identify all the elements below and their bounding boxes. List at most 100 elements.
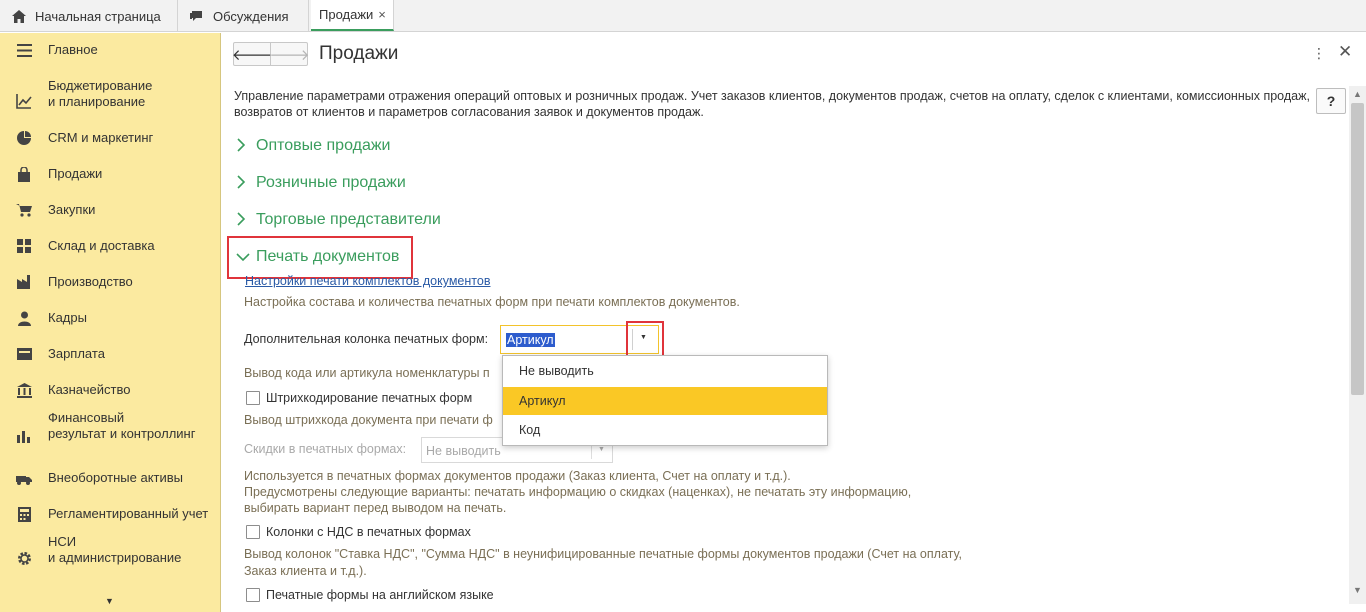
sidebar-item-production[interactable]: Производство bbox=[0, 274, 221, 290]
section-title: Торговые представители bbox=[256, 211, 441, 228]
back-button[interactable]: 🡐 bbox=[232, 43, 272, 65]
budget-icon bbox=[16, 93, 32, 109]
sidebar-item-label: НСИ и администрирование bbox=[48, 534, 182, 565]
sidebar-item-label: Зарплата bbox=[48, 346, 105, 361]
extra-column-label: Дополнительная колонка печатных форм: bbox=[244, 332, 489, 346]
sidebar-item-purchases[interactable]: Закупки bbox=[0, 202, 221, 218]
sidebar-item-hr[interactable]: Кадры bbox=[0, 310, 221, 326]
scroll-up-icon[interactable]: ▲ bbox=[1353, 89, 1362, 99]
scroll-down-icon[interactable]: ▼ bbox=[1353, 585, 1362, 595]
nav-buttons: 🡐 🡒 bbox=[232, 42, 310, 66]
chevron-right-icon bbox=[236, 174, 252, 192]
tab-bar: Начальная страница Обсуждения Продажи × bbox=[0, 0, 1366, 32]
treasury-icon bbox=[16, 382, 32, 398]
sidebar-item-regulated[interactable]: Регламентированный учет bbox=[0, 506, 221, 522]
menu-icon bbox=[16, 42, 32, 58]
vat-note-2: Заказ клиента и т.д.). bbox=[244, 564, 367, 578]
section-title: Розничные продажи bbox=[256, 174, 406, 191]
vat-checkbox-label[interactable]: Колонки с НДС в печатных формах bbox=[266, 525, 471, 539]
sidebar-item-label: CRM и маркетинг bbox=[48, 130, 154, 145]
close-icon[interactable]: ✕ bbox=[1338, 42, 1352, 62]
sidebar-item-label: Бюджетирование и планирование bbox=[48, 78, 153, 109]
sidebar-item-label: Регламентированный учет bbox=[48, 506, 209, 521]
dropdown-option[interactable]: Код bbox=[503, 416, 827, 444]
sidebar-item-label: Казначейство bbox=[48, 382, 131, 397]
sidebar-item-label: Внеоборотные активы bbox=[48, 470, 184, 485]
sidebar-item-treasury[interactable]: Казначейство bbox=[0, 382, 221, 398]
tab-sales[interactable]: Продажи × bbox=[311, 0, 394, 31]
sidebar-item-assets[interactable]: Внеоборотные активы bbox=[0, 470, 221, 486]
factory-icon bbox=[16, 274, 32, 290]
chevron-right-icon bbox=[236, 211, 252, 229]
salary-icon bbox=[16, 346, 32, 362]
discounts-note-1: Используется в печатных формах документо… bbox=[244, 469, 791, 483]
gear-icon bbox=[16, 550, 32, 566]
warehouse-icon bbox=[16, 238, 32, 254]
barcode-checkbox[interactable] bbox=[246, 391, 260, 405]
dropdown-arrow-icon[interactable]: ▼ bbox=[598, 446, 605, 453]
section-sales-reps[interactable]: Торговые представители bbox=[236, 211, 441, 229]
tab-home[interactable]: Начальная страница bbox=[0, 0, 178, 32]
tab-label: Продажи bbox=[319, 7, 374, 22]
accounting-icon bbox=[16, 506, 32, 522]
tab-label: Обсуждения bbox=[213, 8, 289, 24]
sidebar-item-crm[interactable]: CRM и маркетинг bbox=[0, 130, 221, 146]
vat-checkbox[interactable] bbox=[246, 525, 260, 539]
scrollbar-thumb[interactable] bbox=[1351, 103, 1364, 395]
sidebar-item-finance[interactable]: Финансовый результат и контроллинг bbox=[0, 410, 221, 443]
sidebar-item-salary[interactable]: Зарплата bbox=[0, 346, 221, 362]
assets-icon bbox=[16, 470, 32, 486]
extra-column-dropdown: Не выводить Артикул Код bbox=[502, 355, 828, 446]
sidebar-item-budgeting[interactable]: Бюджетирование и планирование bbox=[0, 78, 221, 109]
english-checkbox-label[interactable]: Печатные формы на английском языке bbox=[266, 588, 494, 602]
sidebar-item-label: Финансовый результат и контроллинг bbox=[48, 410, 196, 441]
discounts-note-2: Предусмотрены следующие варианты: печата… bbox=[244, 485, 912, 499]
tab-discussions[interactable]: Обсуждения bbox=[178, 0, 309, 32]
forward-button[interactable]: 🡒 bbox=[269, 43, 309, 65]
more-icon[interactable]: ⋮ bbox=[1312, 45, 1326, 62]
scroll-down-icon[interactable]: ▼ bbox=[105, 596, 114, 606]
barcode-note: Вывод штрихкода документа при печати ф bbox=[244, 413, 493, 427]
vat-note-1: Вывод колонок "Ставка НДС", "Сумма НДС" … bbox=[244, 547, 962, 561]
sidebar-item-sales[interactable]: Продажи bbox=[0, 166, 221, 182]
kit-note: Настройка состава и количества печатных … bbox=[244, 295, 740, 309]
section-title: Оптовые продажи bbox=[256, 137, 391, 154]
chat-icon bbox=[190, 9, 204, 23]
english-checkbox[interactable] bbox=[246, 588, 260, 602]
extra-column-value: Артикул bbox=[506, 333, 555, 347]
sidebar-item-admin[interactable]: НСИ и администрирование bbox=[0, 534, 221, 565]
discounts-value: Не выводить bbox=[426, 444, 501, 458]
cart-icon bbox=[16, 202, 32, 218]
tab-label: Начальная страница bbox=[35, 8, 161, 24]
sales-bag-icon bbox=[16, 166, 32, 182]
sidebar: Главное Бюджетирование и планирование CR… bbox=[0, 33, 221, 612]
sidebar-item-label: Закупки bbox=[48, 202, 96, 217]
help-button[interactable]: ? bbox=[1316, 88, 1346, 114]
kit-settings-link[interactable]: Настройки печати комплектов документов bbox=[245, 274, 490, 288]
discounts-label: Скидки в печатных формах: bbox=[244, 442, 407, 456]
dropdown-option[interactable]: Не выводить bbox=[503, 357, 827, 385]
sidebar-item-main[interactable]: Главное bbox=[0, 42, 221, 58]
sidebar-item-label: Кадры bbox=[48, 310, 87, 325]
extra-column-note: Вывод кода или артикула номенклатуры п bbox=[244, 366, 490, 380]
sidebar-item-label: Склад и доставка bbox=[48, 238, 155, 253]
page-description: Управление параметрами отражения операци… bbox=[234, 89, 1310, 119]
home-icon bbox=[12, 9, 26, 23]
sidebar-item-label: Продажи bbox=[48, 166, 103, 181]
chart-icon bbox=[16, 428, 32, 444]
discounts-note-3: выбирать вариант перед выводом на печать… bbox=[244, 501, 507, 515]
barcode-checkbox-label[interactable]: Штрихкодирование печатных форм bbox=[266, 391, 472, 405]
section-wholesale[interactable]: Оптовые продажи bbox=[236, 137, 390, 155]
main-panel: 🡐 🡒 Продажи ⋮ ✕ Управление параметрами о… bbox=[222, 33, 1366, 612]
sidebar-item-label: Производство bbox=[48, 274, 133, 289]
dropdown-option-selected[interactable]: Артикул bbox=[503, 387, 827, 415]
sidebar-item-label: Главное bbox=[48, 42, 98, 57]
crm-icon bbox=[16, 130, 32, 146]
person-icon bbox=[16, 310, 32, 326]
page-title: Продажи bbox=[319, 43, 399, 64]
chevron-right-icon bbox=[236, 137, 252, 155]
close-icon[interactable]: × bbox=[378, 7, 386, 22]
sidebar-item-warehouse[interactable]: Склад и доставка bbox=[0, 238, 221, 254]
section-retail[interactable]: Розничные продажи bbox=[236, 174, 406, 192]
highlight-frame bbox=[227, 236, 413, 279]
